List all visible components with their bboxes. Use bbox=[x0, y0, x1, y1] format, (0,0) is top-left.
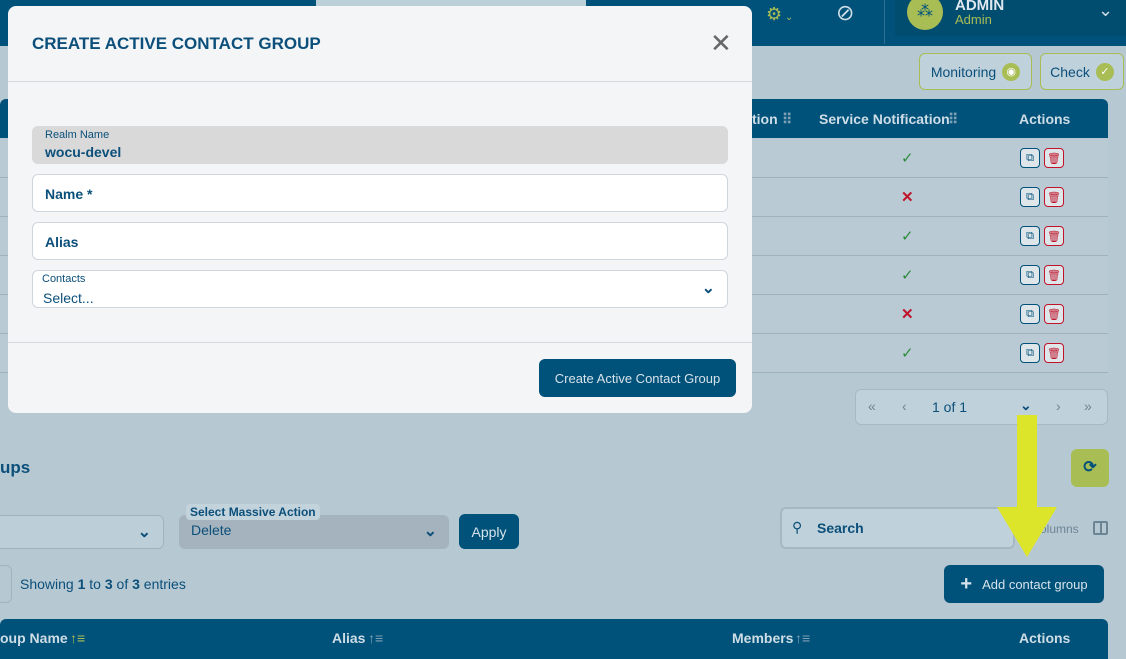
apply-button[interactable]: Apply bbox=[459, 514, 519, 549]
sort-icon[interactable]: ↑≡ bbox=[795, 630, 810, 646]
contacts-value: Select... bbox=[43, 290, 94, 306]
trash-icon[interactable]: 🗑 bbox=[1044, 187, 1064, 207]
add-contact-group-label: Add contact group bbox=[982, 576, 1088, 592]
divider bbox=[8, 342, 752, 343]
search-placeholder: Search bbox=[817, 520, 864, 536]
drag-handle-icon[interactable]: ⠿ bbox=[948, 111, 958, 128]
trash-icon[interactable]: 🗑 bbox=[1044, 265, 1064, 285]
page-selector[interactable]: 1 of 1 bbox=[932, 399, 967, 415]
cross-icon: ✕ bbox=[901, 189, 914, 206]
alias-placeholder: Alias bbox=[45, 234, 79, 250]
create-active-contact-group-button[interactable]: Create Active Contact Group bbox=[539, 359, 736, 397]
massive-action-value: Delete bbox=[191, 522, 232, 538]
check-icon: ✓ bbox=[901, 228, 914, 245]
page-size-select[interactable] bbox=[0, 565, 12, 603]
realm-name-label: Realm Name bbox=[45, 129, 110, 141]
create-contact-group-modal: CREATE ACTIVE CONTACT GROUP ✕ Realm Name… bbox=[8, 6, 752, 413]
realm-name-field: Realm Name wocu-devel bbox=[32, 126, 728, 164]
add-contact-group-button[interactable]: + Add contact group bbox=[944, 565, 1104, 603]
chevron-down-icon[interactable]: ⌄ bbox=[1098, 0, 1113, 21]
copy-icon[interactable]: ⧉ bbox=[1020, 226, 1040, 246]
alias-input[interactable]: Alias bbox=[32, 222, 728, 260]
divider bbox=[8, 81, 752, 82]
cross-icon: ✕ bbox=[901, 306, 914, 323]
chevron-down-icon: ⌄ bbox=[423, 523, 437, 540]
check-circle-icon: ✓ bbox=[1095, 62, 1114, 81]
prev-page-icon[interactable]: ‹ bbox=[902, 398, 907, 414]
user-role: Admin bbox=[955, 12, 992, 27]
last-page-icon[interactable]: » bbox=[1084, 398, 1092, 414]
search-input[interactable]: ⚲ Search bbox=[780, 507, 1015, 549]
plus-icon: + bbox=[960, 572, 973, 595]
column-header-members[interactable]: Members bbox=[732, 630, 793, 646]
check-icon: ✓ bbox=[901, 345, 914, 362]
column-header[interactable]: tion bbox=[752, 111, 778, 127]
name-placeholder: Name * bbox=[45, 186, 93, 202]
first-page-icon[interactable]: « bbox=[868, 398, 876, 414]
filter-select[interactable]: ⌄ bbox=[0, 515, 164, 549]
column-header-alias[interactable]: Alias bbox=[332, 630, 365, 646]
bottom-table-header: oup Name ↑≡ Alias ↑≡ Members ↑≡ Actions bbox=[0, 619, 1108, 659]
realm-name-value: wocu-devel bbox=[45, 144, 122, 160]
sort-icon[interactable]: ↑≡ bbox=[368, 630, 383, 646]
down-arrow-annotation bbox=[997, 415, 1057, 557]
copy-icon[interactable]: ⧉ bbox=[1020, 265, 1040, 285]
close-icon[interactable]: ✕ bbox=[710, 28, 732, 59]
monitoring-button[interactable]: Monitoring ◉ bbox=[919, 53, 1032, 90]
eye-icon: ◉ bbox=[1002, 62, 1021, 81]
refresh-button[interactable]: ⟳ bbox=[1071, 449, 1109, 487]
copy-icon[interactable]: ⧉ bbox=[1020, 148, 1040, 168]
trash-icon[interactable]: 🗑 bbox=[1044, 304, 1064, 324]
name-input[interactable]: Name * bbox=[32, 174, 728, 212]
trash-icon[interactable]: 🗑 bbox=[1044, 226, 1064, 246]
monitoring-label: Monitoring bbox=[930, 63, 997, 80]
modal-title: CREATE ACTIVE CONTACT GROUP bbox=[32, 34, 321, 53]
massive-action-select[interactable]: Delete ⌄ bbox=[179, 515, 449, 549]
contacts-select[interactable]: Contacts Select... ⌄ bbox=[32, 270, 728, 308]
copy-icon[interactable]: ⧉ bbox=[1020, 304, 1040, 324]
check-icon: ✓ bbox=[901, 150, 914, 167]
trash-icon[interactable]: 🗑 bbox=[1044, 148, 1064, 168]
next-page-icon[interactable]: › bbox=[1056, 398, 1061, 414]
column-header-service-notification[interactable]: Service Notification bbox=[819, 111, 950, 127]
copy-icon[interactable]: ⧉ bbox=[1020, 343, 1040, 363]
search-icon: ⚲ bbox=[792, 519, 803, 535]
check-icon: ✓ bbox=[901, 267, 914, 284]
entries-info: Showing 1 to 3 of 3 entries bbox=[20, 576, 186, 592]
trash-icon[interactable]: 🗑 bbox=[1044, 343, 1064, 363]
chevron-down-icon[interactable]: ⌄ bbox=[1020, 397, 1032, 414]
check-button[interactable]: Check ✓ bbox=[1040, 53, 1124, 90]
chevron-down-icon: ⌄ bbox=[701, 280, 715, 297]
monitoring-off-icon[interactable]: ⊘ bbox=[836, 0, 854, 26]
column-header-group-name[interactable]: oup Name bbox=[0, 630, 68, 646]
massive-action-label: Select Massive Action bbox=[186, 504, 320, 520]
check-label: Check bbox=[1050, 63, 1090, 80]
contacts-label: Contacts bbox=[42, 273, 86, 285]
copy-icon[interactable]: ⧉ bbox=[1020, 187, 1040, 207]
column-header-actions: Actions bbox=[1019, 630, 1071, 646]
sort-icon[interactable]: ↑≡ bbox=[70, 630, 85, 646]
columns-icon[interactable] bbox=[1093, 521, 1108, 535]
settings-gears-icon[interactable]: ⚙ ⌄ bbox=[766, 4, 793, 25]
section-title: ups bbox=[0, 458, 31, 477]
divider bbox=[884, 0, 885, 44]
column-header-actions: Actions bbox=[1019, 111, 1071, 127]
